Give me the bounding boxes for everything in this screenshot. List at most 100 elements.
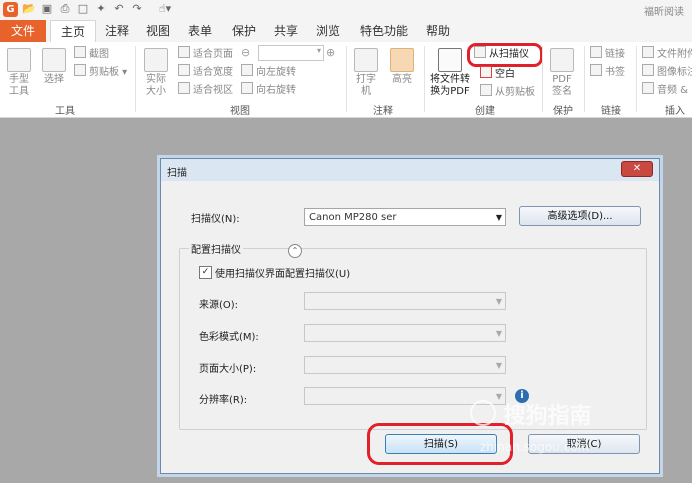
tab-home[interactable]: 主页 bbox=[50, 20, 96, 43]
group-label-comment: 注释 bbox=[373, 106, 393, 117]
zoom-out-icon[interactable]: ⊖ bbox=[241, 46, 253, 59]
select-tool-button[interactable]: 选择 bbox=[40, 48, 68, 86]
color-mode-select[interactable]: ▼ bbox=[304, 324, 506, 342]
fit-view-label: 适合视区 bbox=[193, 85, 233, 96]
ribbon-tabs: 文件 主页 注释 视图 表单 保护 共享 浏览 特色功能 帮助 bbox=[0, 20, 692, 43]
link-label: 链接 bbox=[605, 49, 625, 60]
from-clipboard-button[interactable]: 从剪贴板 bbox=[480, 84, 535, 100]
tab-file[interactable]: 文件 bbox=[0, 20, 46, 42]
typewriter-button[interactable]: 打字机 bbox=[352, 48, 380, 98]
use-ui-checkbox[interactable]: ✓ bbox=[199, 266, 212, 279]
tab-features[interactable]: 特色功能 bbox=[354, 20, 414, 42]
snapshot-label: 截图 bbox=[89, 49, 109, 60]
group-separator bbox=[636, 46, 637, 112]
chevron-down-icon: ▼ bbox=[495, 297, 502, 306]
source-label: 来源(O): bbox=[199, 300, 239, 311]
clipboard-label: 剪贴板 bbox=[89, 67, 119, 78]
fit-page-label: 适合页面 bbox=[193, 49, 233, 60]
dialog-title-bar: 扫描 ✕ bbox=[161, 159, 659, 181]
tab-protect[interactable]: 保护 bbox=[226, 20, 262, 42]
page-size-label: 页面大小(P): bbox=[199, 364, 257, 375]
blank-page-icon bbox=[480, 66, 492, 78]
audio-icon bbox=[642, 82, 654, 94]
rotate-left-button[interactable]: 向左旋转 bbox=[241, 64, 296, 80]
convert-to-pdf-label: 将文件转换为PDF bbox=[430, 74, 470, 97]
zoom-in-icon[interactable]: ⊕ bbox=[326, 46, 338, 59]
tab-share[interactable]: 共享 bbox=[268, 20, 304, 42]
watermark: 搜狗指南 bbox=[470, 398, 592, 430]
image-annotation-button[interactable]: 图像标注 bbox=[642, 64, 692, 80]
rotate-left-icon bbox=[241, 64, 253, 76]
tab-view[interactable]: 视图 bbox=[140, 20, 176, 42]
snapshot-button[interactable]: 截图 bbox=[74, 46, 109, 62]
tab-form[interactable]: 表单 bbox=[182, 20, 218, 42]
convert-to-pdf-button[interactable]: 将文件转换为PDF bbox=[428, 48, 472, 98]
undo-icon[interactable]: ↶ bbox=[112, 2, 126, 16]
advanced-options-button[interactable]: 高级选项(D)... bbox=[519, 206, 641, 226]
fit-width-button[interactable]: 适合宽度 bbox=[178, 64, 233, 80]
actual-size-label: 实际大小 bbox=[146, 74, 166, 97]
close-icon[interactable]: ✕ bbox=[621, 161, 653, 177]
bookmark-label: 书签 bbox=[605, 67, 625, 78]
redo-icon[interactable]: ↷ bbox=[130, 2, 144, 16]
clipboard-icon bbox=[74, 64, 86, 76]
highlight-icon bbox=[390, 48, 414, 72]
from-scanner-button[interactable]: 从扫描仪 bbox=[467, 43, 543, 67]
tab-browse[interactable]: 浏览 bbox=[310, 20, 346, 42]
fit-view-button[interactable]: 适合视区 bbox=[178, 82, 233, 98]
rotate-right-icon bbox=[241, 82, 253, 94]
group-label-view: 视图 bbox=[230, 106, 250, 117]
link-icon bbox=[590, 46, 602, 58]
attachment-icon bbox=[642, 46, 654, 58]
image-annotation-label: 图像标注 bbox=[657, 67, 692, 78]
fit-view-icon bbox=[178, 82, 190, 94]
collapse-icon[interactable]: ⌃ bbox=[288, 244, 302, 258]
clipboard-icon bbox=[480, 84, 492, 96]
rotate-right-button[interactable]: 向右旋转 bbox=[241, 82, 296, 98]
app-logo-icon: G bbox=[3, 2, 18, 17]
hand-tool-button[interactable]: 手型工具 bbox=[4, 48, 34, 98]
scanner-select[interactable]: Canon MP280 ser ▼ bbox=[304, 208, 506, 226]
highlight-button[interactable]: 高亮 bbox=[388, 48, 416, 86]
use-ui-label: 使用扫描仪界面配置扫描仪(U) bbox=[215, 269, 351, 280]
typewriter-icon bbox=[354, 48, 378, 72]
tab-help[interactable]: 帮助 bbox=[420, 20, 456, 42]
page-icon[interactable]: □ bbox=[76, 2, 90, 16]
image-icon bbox=[642, 64, 654, 76]
save-icon[interactable]: ▣ bbox=[40, 2, 54, 16]
audio-button[interactable]: 音频 & bbox=[642, 82, 688, 98]
source-select[interactable]: ▼ bbox=[304, 292, 506, 310]
watermark-logo bbox=[470, 400, 496, 426]
from-scanner-label: 从扫描仪 bbox=[489, 49, 529, 60]
from-clipboard-label: 从剪贴板 bbox=[495, 87, 535, 98]
clipboard-button[interactable]: 剪贴板 ▾ bbox=[74, 64, 127, 80]
pdf-sign-button[interactable]: PDF签名 bbox=[547, 48, 577, 98]
camera-icon bbox=[74, 46, 86, 58]
group-separator bbox=[424, 46, 425, 112]
bookmark-icon bbox=[590, 64, 602, 76]
tab-comment[interactable]: 注释 bbox=[100, 20, 134, 42]
chevron-down-icon: ▼ bbox=[495, 329, 502, 338]
blank-button[interactable]: 空白 bbox=[480, 66, 515, 82]
resolution-label: 分辨率(R): bbox=[199, 395, 248, 406]
fit-page-button[interactable]: 适合页面 bbox=[178, 46, 233, 62]
open-icon[interactable]: 📂 bbox=[22, 2, 36, 16]
print-icon[interactable]: ⎙ bbox=[58, 2, 72, 16]
page-size-select[interactable]: ▼ bbox=[304, 356, 506, 374]
attachment-button[interactable]: 文件附件 bbox=[642, 46, 692, 62]
title-bar: G 📂 ▣ ⎙ □ ✦ ↶ ↷ ☝▾ 福昕阅读 bbox=[0, 0, 692, 21]
group-label-protect: 保护 bbox=[553, 106, 573, 117]
link-button[interactable]: 链接 bbox=[590, 46, 625, 62]
bookmark-button[interactable]: 书签 bbox=[590, 64, 625, 80]
select-tool-label: 选择 bbox=[44, 74, 64, 85]
hand-icon[interactable]: ☝▾ bbox=[150, 2, 180, 16]
new-icon[interactable]: ✦ bbox=[94, 2, 108, 16]
fit-page-icon bbox=[178, 46, 190, 58]
group-label-tools: 工具 bbox=[55, 106, 75, 117]
app-title: 福昕阅读 bbox=[644, 7, 684, 18]
actual-size-button[interactable]: 实际大小 bbox=[141, 48, 171, 98]
group-separator bbox=[542, 46, 543, 112]
document-icon bbox=[438, 48, 462, 72]
highlight-label: 高亮 bbox=[392, 74, 412, 85]
zoom-combo[interactable]: ▾ bbox=[258, 45, 324, 61]
